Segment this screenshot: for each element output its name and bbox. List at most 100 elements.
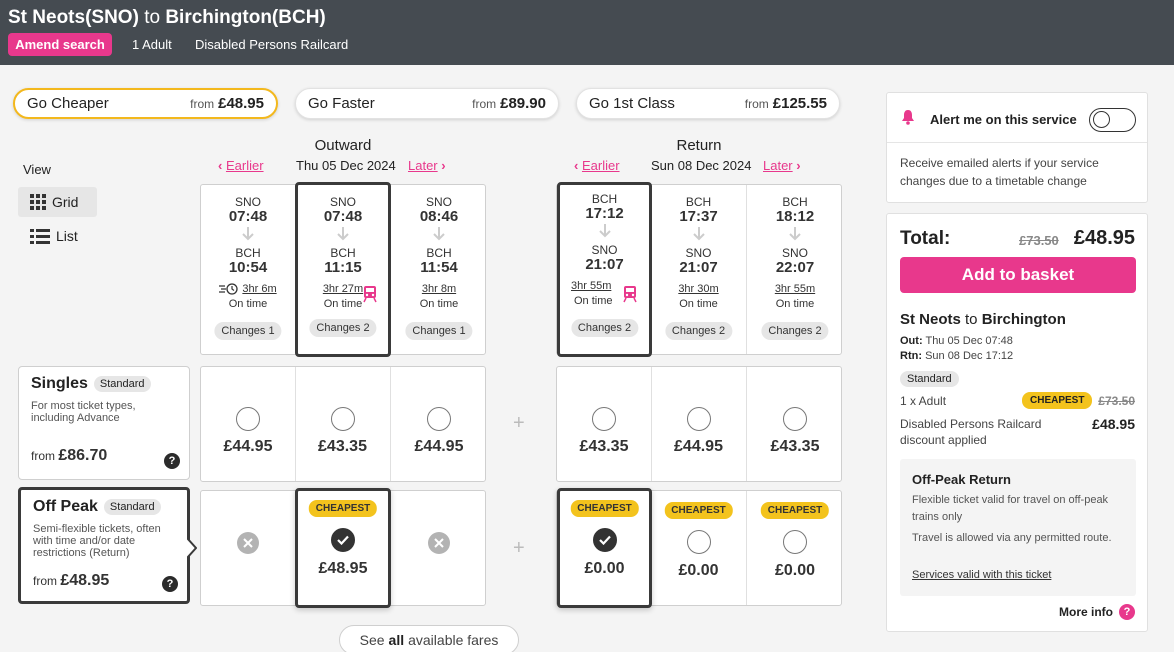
- return-later: Later ›: [763, 158, 801, 173]
- view-label: View: [23, 162, 51, 177]
- arr-station: SNO: [781, 246, 808, 260]
- rtn-line: Rtn: Sun 08 Dec 17:12: [900, 350, 1014, 362]
- more-info-link[interactable]: More info?: [1059, 604, 1135, 620]
- ticket-title: Off-Peak Return: [912, 472, 1011, 487]
- fare-cell[interactable]: CHEAPEST £0.00: [747, 491, 843, 605]
- journey-card-rtn-3[interactable]: BCH 18:12 SNO 22:07 3hr 55m On time Chan…: [747, 185, 843, 354]
- arr-time: 21:07: [679, 259, 718, 276]
- fare-radio[interactable]: [330, 407, 355, 431]
- outward-earlier-link[interactable]: Earlier: [226, 158, 264, 173]
- arr-time: 10:54: [228, 259, 268, 276]
- cheapest-badge: CHEAPEST: [1022, 392, 1093, 409]
- journey-title: St Neots to Birchington: [900, 311, 1066, 328]
- return-title: Return: [676, 137, 722, 154]
- duration-text[interactable]: 3hr 55m: [571, 280, 611, 292]
- fare-radio[interactable]: [427, 407, 451, 431]
- fare-price: £43.35: [318, 438, 367, 455]
- pointer-arrow-icon: [187, 538, 197, 558]
- tab-go-cheaper[interactable]: Go Cheaper from £48.95: [13, 88, 278, 119]
- changes-badge: Changes 2: [309, 319, 377, 337]
- return-earlier-link[interactable]: Earlier: [582, 158, 620, 173]
- fare-cell[interactable]: £44.95: [651, 367, 747, 481]
- duration-text[interactable]: 3hr 6m: [242, 283, 276, 295]
- fare-cell[interactable]: £43.35: [747, 367, 843, 481]
- return-later-link[interactable]: Later: [763, 158, 793, 173]
- duration-text[interactable]: 3hr 27m: [323, 283, 363, 295]
- route-connector: to: [144, 7, 161, 28]
- fare-radio[interactable]: [686, 530, 711, 554]
- singles-outward-fares: £44.95 £43.35 £44.95: [200, 366, 486, 482]
- arrow-down-icon: [201, 227, 295, 241]
- services-valid-link[interactable]: Services valid with this ticket: [912, 569, 1051, 581]
- total-label: Total:: [900, 228, 951, 249]
- fare-from: from £48.95: [33, 572, 110, 589]
- view-grid-button[interactable]: Grid: [18, 187, 97, 217]
- fare-price: £43.35: [770, 438, 820, 455]
- fare-radio[interactable]: [783, 530, 807, 554]
- fare-cell[interactable]: £43.35: [295, 367, 391, 481]
- outward-later-link[interactable]: Later: [408, 158, 438, 173]
- return-nav: ‹ Earlier: [574, 158, 620, 173]
- toggle-knob: [1093, 111, 1110, 128]
- journey-card-out-1[interactable]: SNO 07:48 BCH 10:54 3hr 6m On time Chang…: [201, 185, 296, 354]
- duration-text[interactable]: 3hr 8m: [422, 283, 456, 295]
- fare-cell-selected[interactable]: CHEAPEST £0.00: [557, 488, 652, 608]
- chevron-left-icon: ‹: [574, 158, 579, 173]
- duration-text[interactable]: 3hr 30m: [678, 283, 718, 295]
- changes-badge: Changes 2: [761, 322, 829, 340]
- fare-type-singles[interactable]: Singles Standard For most ticket types, i…: [18, 366, 190, 480]
- journey-card-out-2[interactable]: SNO 07:48 BCH 11:15 3hr 27m On time Chan…: [295, 182, 391, 357]
- fare-cell[interactable]: £44.95: [201, 367, 296, 481]
- status: On time: [775, 298, 815, 310]
- chevron-right-icon: ›: [441, 158, 446, 173]
- fare-cell[interactable]: £44.95: [391, 367, 487, 481]
- dep-time: 08:46: [419, 208, 459, 225]
- offpeak-return-fares: CHEAPEST £0.00 CHEAPEST £0.00 CHEAPEST £…: [556, 488, 843, 608]
- arrow-down-icon: [298, 227, 388, 241]
- duration-text[interactable]: 3hr 55m: [775, 283, 815, 295]
- fare-radio-checked[interactable]: [331, 528, 355, 552]
- journey-card-rtn-1[interactable]: BCH 17:12 SNO 21:07 3hr 55m On time Chan…: [557, 182, 652, 357]
- fare-type-off-peak[interactable]: Off Peak Standard Semi-flexible tickets, …: [18, 487, 190, 604]
- fare-cell-selected[interactable]: CHEAPEST £48.95: [295, 488, 391, 608]
- fare-cell-unavailable: [391, 491, 487, 605]
- fare-name: Off Peak Standard: [33, 498, 161, 516]
- fare-cell-unavailable: [201, 491, 296, 605]
- fare-radio[interactable]: [592, 407, 616, 431]
- fare-price: £48.95: [318, 560, 368, 577]
- arr-station: BCH: [426, 246, 452, 260]
- journey-card-out-3[interactable]: SNO 08:46 BCH 11:54 3hr 8m On time Chang…: [391, 185, 487, 354]
- arr-time: 11:54: [420, 259, 458, 276]
- return-times: BCH 17:12 SNO 21:07 3hr 55m On time Chan…: [556, 182, 843, 357]
- journey-card-rtn-2[interactable]: BCH 17:37 SNO 21:07 3hr 30m On time Chan…: [651, 185, 747, 354]
- changes-badge: Changes 1: [214, 322, 282, 340]
- see-all-fares-button[interactable]: See all available fares: [339, 625, 519, 652]
- dep-station: SNO: [329, 195, 356, 209]
- list-icon: [30, 229, 50, 244]
- tab-go-1st-class[interactable]: Go 1st Class from £125.55: [576, 88, 840, 119]
- help-icon[interactable]: ?: [164, 453, 180, 469]
- view-list-button[interactable]: List: [18, 221, 97, 251]
- arr-time: 11:15: [324, 259, 362, 276]
- fare-cell[interactable]: CHEAPEST £0.00: [651, 491, 747, 605]
- amend-search-button[interactable]: Amend search: [8, 33, 112, 56]
- fare-radio[interactable]: [686, 407, 711, 431]
- grid-icon: [30, 194, 46, 210]
- fare-radio[interactable]: [236, 407, 260, 431]
- arrow-down-icon: [391, 227, 487, 241]
- dep-time: 07:48: [323, 208, 363, 225]
- add-to-basket-button[interactable]: Add to basket: [900, 257, 1136, 293]
- view-grid-label: Grid: [52, 194, 79, 210]
- fare-radio[interactable]: [783, 407, 807, 431]
- alert-toggle[interactable]: [1089, 108, 1136, 132]
- standard-badge: Standard: [103, 498, 161, 515]
- dep-station: BCH: [685, 195, 712, 209]
- alert-title: Alert me on this service: [930, 112, 1077, 127]
- tab-go-faster[interactable]: Go Faster from £89.90: [295, 88, 559, 119]
- fare-radio-checked[interactable]: [592, 528, 617, 552]
- discount-text: Disabled Persons Railcard discount appli…: [900, 417, 1042, 447]
- header: St Neots(SNO) to Birchington(BCH) Amend …: [0, 0, 1174, 65]
- help-icon[interactable]: ?: [162, 576, 178, 592]
- total-price: £48.95: [1073, 227, 1135, 249]
- fare-cell[interactable]: £43.35: [557, 367, 652, 481]
